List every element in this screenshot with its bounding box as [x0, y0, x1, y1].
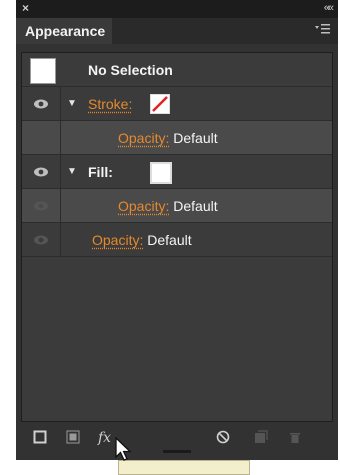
panel-menu-icon[interactable]: [315, 23, 331, 38]
fill-label[interactable]: Fill:: [88, 155, 113, 189]
eye-icon[interactable]: [32, 97, 50, 111]
selection-row[interactable]: No Selection: [22, 53, 332, 87]
fill-row[interactable]: ▼ Fill:: [22, 155, 332, 189]
selection-thumbnail: [30, 58, 56, 84]
fill-visibility-gutter: [22, 155, 61, 188]
panel-title-bar: × ««: [16, 0, 338, 18]
appearance-attribute-list: No Selection ▼ Stroke: Opacity: Default …: [21, 52, 333, 422]
add-new-effect-icon[interactable]: fx: [98, 430, 111, 446]
close-icon[interactable]: ×: [22, 1, 29, 15]
collapse-panel-icon[interactable]: ««: [324, 2, 334, 14]
eye-icon[interactable]: [32, 199, 50, 213]
stroke-opacity-row[interactable]: Opacity: Default: [22, 121, 332, 155]
selection-label: No Selection: [88, 62, 173, 78]
clear-appearance-icon[interactable]: [216, 430, 230, 447]
appearance-panel: × «« Appearance No Selection ▼ Stroke: O…: [16, 0, 338, 460]
eye-icon[interactable]: [32, 165, 50, 179]
none-swatch-icon: [152, 96, 168, 112]
delete-item-icon-svg: [290, 433, 300, 443]
delete-item-icon[interactable]: [288, 430, 302, 447]
add-new-stroke-icon[interactable]: [33, 430, 47, 447]
add-new-fill-icon-svg: [66, 430, 80, 444]
object-opacity-text: Opacity: Default: [92, 223, 192, 257]
disclosure-triangle-icon[interactable]: ▼: [67, 155, 77, 189]
stroke-visibility-gutter: [22, 87, 61, 120]
panel-tab-row: Appearance: [16, 18, 338, 44]
eye-icon[interactable]: [32, 233, 50, 247]
add-new-fill-icon[interactable]: [66, 430, 80, 447]
fill-opacity-text: Opacity: Default: [118, 189, 218, 223]
stroke-swatch[interactable]: [150, 94, 170, 114]
object-opacity-gutter: [22, 223, 61, 256]
stroke-opacity-value: Default: [173, 130, 218, 146]
fill-swatch[interactable]: [150, 162, 172, 184]
panel-menu-icon-svg: [315, 24, 330, 34]
stroke-opacity-gutter: [22, 121, 61, 154]
tab-appearance[interactable]: Appearance: [16, 18, 112, 44]
fill-opacity-row[interactable]: Opacity: Default: [22, 189, 332, 223]
duplicate-item-icon-svg: [255, 430, 268, 443]
resize-grip[interactable]: [163, 450, 191, 453]
panel-bottom-toolbar: fx: [16, 424, 338, 453]
object-opacity-row[interactable]: Opacity: Default: [22, 223, 332, 257]
object-opacity-label[interactable]: Opacity:: [92, 232, 143, 248]
fill-opacity-value: Default: [173, 198, 218, 214]
stroke-opacity-label[interactable]: Opacity:: [118, 130, 169, 146]
fill-opacity-gutter: [22, 189, 61, 222]
clear-appearance-icon-svg: [216, 430, 230, 444]
stroke-label[interactable]: Stroke:: [88, 87, 132, 121]
fill-opacity-label[interactable]: Opacity:: [118, 198, 169, 214]
mouse-cursor-icon: [115, 437, 132, 461]
object-opacity-value: Default: [147, 232, 192, 248]
add-new-stroke-icon-svg: [33, 430, 47, 444]
duplicate-item-icon[interactable]: [254, 430, 268, 447]
disclosure-triangle-icon[interactable]: ▼: [67, 87, 77, 121]
stroke-opacity-text: Opacity: Default: [118, 121, 218, 155]
stroke-row[interactable]: ▼ Stroke:: [22, 87, 332, 121]
